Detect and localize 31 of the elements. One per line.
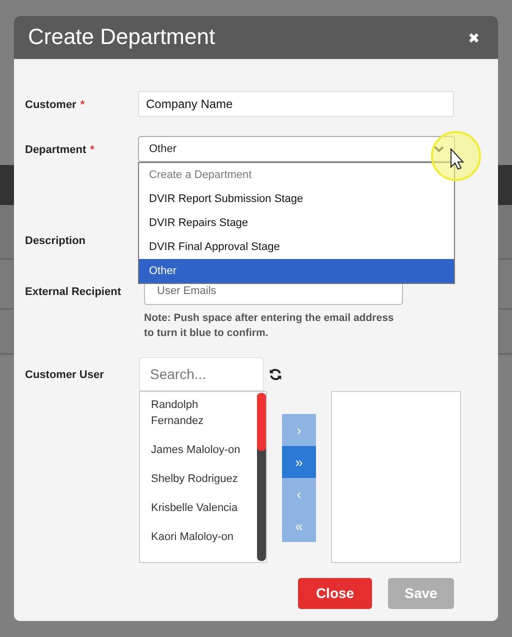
refresh-icon[interactable]	[269, 368, 282, 380]
scrollbar-thumb[interactable]	[257, 393, 266, 451]
chevron-icon	[434, 146, 444, 152]
required-mark: *	[80, 99, 85, 111]
user-list-item[interactable]: Kaori Maloloy-on	[151, 529, 253, 558]
dropdown-option[interactable]: Other	[139, 259, 454, 283]
field-label: Description	[25, 235, 86, 247]
user-listbox[interactable]: Randolph Fernandez James Maloloy-on Shelby Rodriguez Krisbelle Valencia Kaori Maloloy-on	[139, 391, 267, 563]
footer-button: Save	[388, 578, 454, 609]
dropdown-option[interactable]: DVIR Repairs Stage	[139, 211, 454, 235]
selected-users-listbox[interactable]	[331, 391, 461, 563]
user-list-item[interactable]: Krisbelle Valencia	[151, 500, 253, 529]
user-list-item[interactable]: James Maloloy-on	[151, 442, 253, 471]
close-button[interactable]: ✖	[468, 30, 480, 44]
field-label: External Recipient	[25, 286, 121, 298]
scrollbar[interactable]	[257, 393, 266, 561]
text-field[interactable]: Company Name	[138, 91, 454, 117]
user-list-item[interactable]: Shelby Rodriguez	[151, 471, 253, 500]
search-field[interactable]: Search...	[139, 357, 264, 391]
dropdown-option[interactable]: DVIR Report Submission Stage	[139, 187, 454, 211]
required-mark: *	[90, 144, 94, 156]
footer-button[interactable]: Close	[298, 578, 372, 609]
dialog-title: Create Department	[28, 24, 216, 51]
transfer-button[interactable]: »	[282, 446, 316, 478]
field-label: Customer	[25, 99, 76, 111]
department-select[interactable]: Other	[138, 136, 455, 162]
user-list-item[interactable]: Randolph Fernandez	[151, 397, 253, 442]
field-label: Customer User	[25, 369, 104, 381]
field-label: Department	[25, 144, 86, 156]
note-text: Note: Push space after entering the email address to turn it blue to confirm.	[144, 311, 395, 341]
dropdown-option[interactable]: DVIR Final Approval Stage	[139, 235, 454, 259]
